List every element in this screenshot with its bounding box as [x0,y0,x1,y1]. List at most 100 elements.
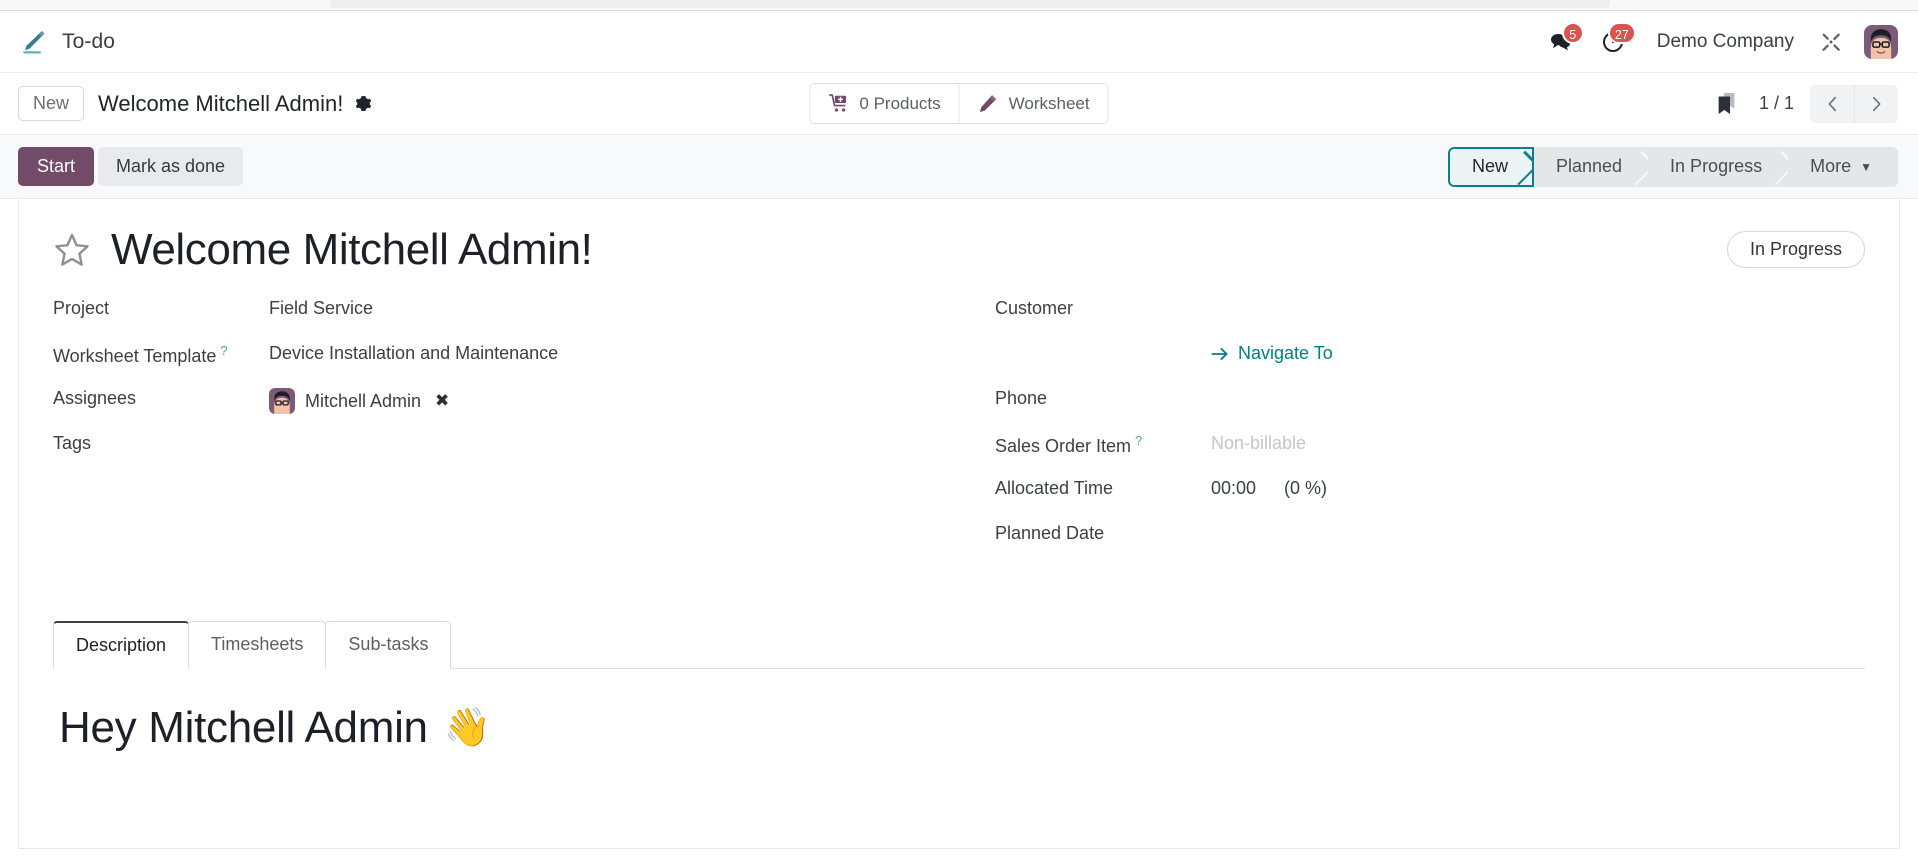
field-assignees-label: Assignees [53,388,137,408]
record-sheet: Welcome Mitchell Admin! In Progress Proj… [18,199,1900,849]
field-tags: Tags [53,430,923,475]
stat-button-worksheet-label: Worksheet [1008,93,1090,113]
waving-hand-icon: 👋 [443,707,491,749]
start-button[interactable]: Start [18,146,95,187]
pager-count: 1 / 1 [1758,93,1794,113]
navbar-right-group: 5 27 Demo Company [1535,21,1898,62]
activities-badge: 27 [1607,21,1636,44]
assignee-avatar-icon [269,388,295,414]
allocated-time-amount[interactable]: 00:00 [1211,478,1256,499]
notebook-panel-description[interactable]: Hey Mitchell Admin 👋 [53,669,1865,753]
gear-icon[interactable] [355,95,372,112]
wrench-screwdriver-icon [1822,33,1840,51]
notebook: Description Timesheets Sub-tasks Hey Mit… [53,621,1865,753]
field-allocated-time-label: Allocated Time [995,478,1114,498]
statusbar-more-label: More [1810,156,1852,176]
pencil-todo-icon [23,30,45,53]
control-panel-breadcrumb-row: New Welcome Mitchell Admin! 0 Products W… [0,73,1918,135]
field-project: Project Field Service [53,295,923,340]
messages-button[interactable]: 5 [1535,21,1587,62]
activities-button[interactable]: 27 [1587,21,1639,62]
cart-plus-icon [828,94,847,112]
caret-down-icon: ▼ [1860,159,1872,174]
bookmark-button[interactable] [1707,92,1747,115]
pager-previous-button[interactable] [1810,84,1854,123]
field-customer-label: Customer [995,298,1074,318]
top-navbar: To-do 5 27 Demo Company [0,11,1918,73]
status-badge[interactable]: In Progress [1726,231,1865,268]
field-worksheet-template-label: Worksheet Template? [53,340,269,367]
field-assignees: Assignees Mitchell Admin ✖ [53,385,923,430]
field-sales-order-item-placeholder[interactable]: Non-billable [1211,430,1306,454]
assignee-tag[interactable]: Mitchell Admin ✖ [269,388,449,414]
field-project-label: Project [53,298,110,318]
field-allocated-time-value: 00:00 (0 %) [1211,475,1327,499]
field-assignees-value: Mitchell Admin ✖ [269,385,449,414]
avatar[interactable] [1864,24,1898,59]
app-name: To-do [62,29,116,53]
navigate-to-link[interactable]: Navigate To [1211,343,1333,364]
arrow-right-icon [1211,347,1228,360]
assignee-name: Mitchell Admin [305,390,422,411]
field-sales-order-item-label: Sales Order Item? [995,430,1211,457]
notebook-tabs: Description Timesheets Sub-tasks [53,621,1865,669]
statusbar-item-in-progress[interactable]: In Progress [1648,146,1789,187]
field-planned-date: Planned Date [995,520,1865,565]
field-navigate-to-label [995,340,1211,343]
app-brand[interactable]: To-do [18,27,115,57]
field-phone: Phone [995,385,1865,430]
chevron-left-icon [1828,96,1836,111]
statusbar: New Planned In Progress More ▼ [1447,146,1898,187]
bookmark-icon [1719,93,1735,114]
star-outline-icon[interactable] [53,231,91,269]
developer-tools-button[interactable] [1810,31,1852,53]
chevron-right-icon [1872,96,1881,111]
field-project-value[interactable]: Field Service [269,295,373,319]
help-tooltip-icon[interactable]: ? [220,343,227,358]
statusbar-item-new[interactable]: New [1447,146,1534,187]
field-navigate-to-value: Navigate To [1211,340,1333,367]
stat-button-products-label: 0 Products [859,93,941,113]
control-panel-pager-group: 1 / 1 [1707,84,1898,123]
description-heading-text: Hey Mitchell Admin [59,703,428,752]
new-record-button[interactable]: New [18,85,85,122]
help-tooltip-icon[interactable]: ? [1135,433,1142,448]
field-worksheet-template-value[interactable]: Device Installation and Maintenance [269,340,558,364]
sheet-wrapper: Welcome Mitchell Admin! In Progress Proj… [0,199,1918,849]
tab-sub-tasks[interactable]: Sub-tasks [325,621,452,669]
browser-chrome-strip [0,0,1918,10]
field-worksheet-template-label-text: Worksheet Template [53,346,217,366]
record-title-row: Welcome Mitchell Admin! In Progress [53,225,1865,275]
page-title: Welcome Mitchell Admin! [111,225,593,274]
allocated-time-percent: (0 %) [1284,478,1328,498]
field-worksheet-template: Worksheet Template? Device Installation … [53,340,923,385]
field-tags-label: Tags [53,433,92,453]
pencil-icon [980,95,997,113]
form-column-left: Project Field Service Worksheet Template… [53,295,923,565]
form-column-right: Customer Navigate To Phone Sales Order I… [995,295,1865,565]
description-heading: Hey Mitchell Admin 👋 [59,703,1863,753]
company-menu[interactable]: Demo Company [1657,31,1794,53]
breadcrumb: Welcome Mitchell Admin! [98,91,372,117]
stat-buttons-group: 0 Products Worksheet [809,83,1109,124]
control-panel-action-row: Start Mark as done New Planned In Progre… [0,135,1918,199]
field-planned-date-label: Planned Date [995,523,1105,543]
stat-button-worksheet[interactable]: Worksheet [958,84,1108,123]
form-fields-grid: Project Field Service Worksheet Template… [53,295,1865,565]
field-allocated-time: Allocated Time 00:00 (0 %) [995,475,1865,520]
breadcrumb-record-title[interactable]: Welcome Mitchell Admin! [98,91,343,117]
tab-description[interactable]: Description [53,621,190,669]
field-navigate-to-row: Navigate To [995,340,1865,385]
field-sales-order-item-label-text: Sales Order Item [995,436,1132,456]
navigate-to-label: Navigate To [1238,343,1333,363]
remove-tag-icon[interactable]: ✖ [435,391,449,411]
pager-buttons [1810,84,1898,123]
pager-next-button[interactable] [1854,84,1898,123]
stat-button-products[interactable]: 0 Products [810,84,959,123]
field-phone-label: Phone [995,388,1048,408]
statusbar-item-planned[interactable]: Planned [1533,146,1649,187]
tab-timesheets[interactable]: Timesheets [188,621,327,669]
messages-badge: 5 [1561,21,1584,44]
statusbar-more-dropdown[interactable]: More ▼ [1788,146,1898,187]
mark-as-done-button[interactable]: Mark as done [98,146,244,187]
